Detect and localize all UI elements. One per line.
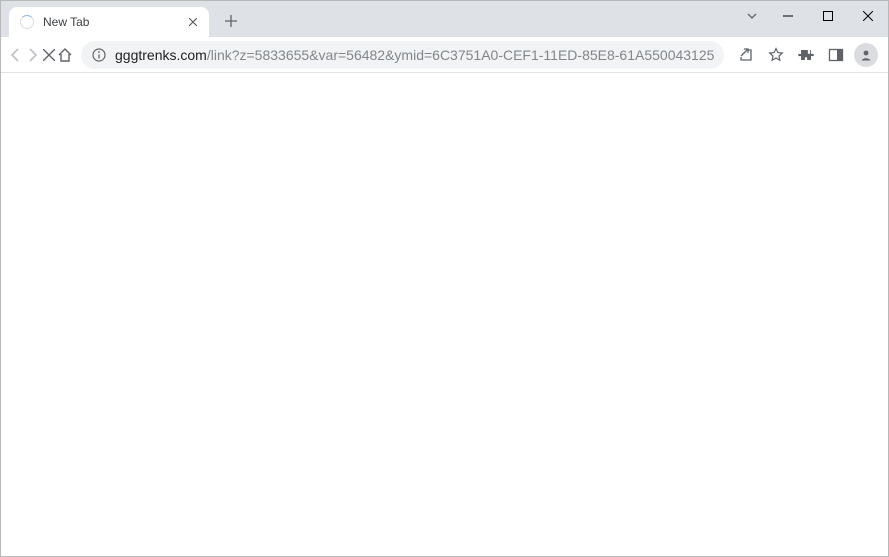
info-icon [92,48,106,62]
profile-button[interactable] [852,41,880,69]
browser-window: New Tab [0,0,889,557]
tab-search-area [736,1,768,31]
url-host: gggtrenks.com [115,47,207,63]
close-icon [43,49,55,61]
star-icon [768,47,784,63]
minimize-button[interactable] [768,1,808,31]
url-text: gggtrenks.com/link?z=5833655&var=56482&y… [115,47,714,63]
window-controls [768,1,888,31]
tab-close-button[interactable] [185,14,201,30]
site-info-button[interactable] [91,47,107,63]
page-content [1,73,888,556]
extensions-button[interactable] [792,41,820,69]
address-bar[interactable]: gggtrenks.com/link?z=5833655&var=56482&y… [81,41,724,69]
maximize-button[interactable] [808,1,848,31]
toolbar: gggtrenks.com/link?z=5833655&var=56482&y… [1,37,888,73]
home-button[interactable] [57,41,73,69]
side-panel-icon [828,47,844,63]
loading-spinner-icon [19,14,35,30]
share-button[interactable] [732,41,760,69]
menu-button[interactable] [882,41,889,69]
tab-active[interactable]: New Tab [9,7,209,37]
avatar-icon [854,43,878,67]
window-close-button[interactable] [848,1,888,31]
stop-reload-button[interactable] [43,41,55,69]
tab-title: New Tab [43,15,185,29]
titlebar: New Tab [1,1,888,37]
bookmark-button[interactable] [762,41,790,69]
new-tab-button[interactable] [217,7,245,35]
home-icon [57,47,73,63]
url-path: /link?z=5833655&var=56482&ymid=6C3751A0-… [207,47,715,63]
forward-button[interactable] [25,41,41,69]
side-panel-button[interactable] [822,41,850,69]
share-icon [738,47,754,63]
puzzle-icon [798,47,814,63]
tab-search-button[interactable] [736,1,768,31]
back-button[interactable] [7,41,23,69]
toolbar-right [732,41,889,69]
